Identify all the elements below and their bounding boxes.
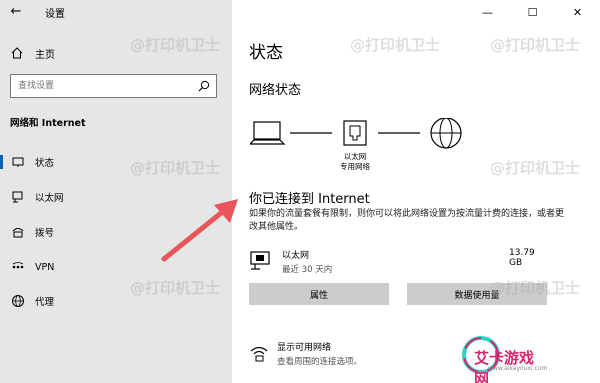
ethernet-icon: [12, 191, 23, 203]
dialup-icon: [12, 228, 24, 238]
settings-sidebar: ← 设置 主页 网络和 Internet 状态 以太网: [0, 0, 232, 383]
maximize-button[interactable]: ☐: [510, 0, 555, 24]
sidebar-item-label: VPN: [35, 261, 55, 273]
adapter-period: 最近 30 天内: [282, 265, 333, 275]
home-label: 主页: [35, 49, 55, 61]
back-button[interactable]: ←: [8, 4, 24, 20]
network-diagram: 以太网 专用网络: [250, 118, 470, 178]
network-status-heading: 网络状态: [249, 83, 302, 98]
home-icon: [11, 47, 23, 59]
sidebar-item-status[interactable]: 状态: [0, 150, 232, 174]
adapter-row: 以太网 最近 30 天内 13.79 GB: [249, 246, 549, 276]
site-logo: 艾卡游戏网 www.aikayouxi.com: [458, 333, 548, 383]
globe-icon: [12, 295, 24, 307]
show-networks-subtitle: 查看周围的连接选项。: [277, 357, 363, 367]
logo-url: www.aikayouxi.com: [488, 365, 548, 372]
page-title: 状态: [249, 43, 283, 63]
adapter-name: 以太网: [282, 251, 310, 261]
window-caption-buttons: — ☐ ✕: [465, 0, 600, 24]
sidebar-item-label: 以太网: [35, 193, 64, 204]
adapter-usage: 13.79 GB: [509, 248, 535, 268]
internet-globe-icon: [430, 118, 462, 149]
vpn-icon: [12, 262, 24, 269]
sidebar-item-proxy[interactable]: 代理: [0, 289, 232, 313]
search-icon[interactable]: [198, 80, 210, 92]
ethernet-diagram-label: 以太网 专用网络: [340, 152, 370, 171]
data-usage-button[interactable]: 数据使用量: [407, 283, 547, 305]
window-title: 设置: [45, 9, 65, 20]
sidebar-item-label: 状态: [35, 158, 55, 169]
connection-status-heading: 你已连接到 Internet: [249, 192, 370, 207]
minimize-button[interactable]: —: [465, 0, 510, 24]
search-input[interactable]: [11, 75, 191, 97]
ethernet-port-icon: [343, 120, 367, 146]
main-content: — ☐ ✕ 状态 网络状态 以太网 专用网络 你已连接到 Internet 如果…: [232, 0, 600, 383]
sidebar-item-label: 拨号: [35, 228, 55, 239]
properties-button[interactable]: 属性: [249, 283, 389, 305]
connection-description: 如果你的流量套餐有限制，则你可以将此网络设置为按流量计费的连接，或者更改其他属性…: [249, 209, 565, 232]
section-title: 网络和 Internet: [10, 118, 86, 129]
close-button[interactable]: ✕: [555, 0, 600, 24]
sidebar-item-label: 代理: [35, 297, 55, 308]
title-bar: ← 设置: [0, 0, 232, 24]
ethernet-adapter-icon: [250, 251, 270, 270]
wifi-network-icon: [250, 346, 268, 362]
laptop-icon: [250, 121, 286, 145]
show-networks-title: 显示可用网络: [277, 343, 332, 353]
home-network-icon: [12, 157, 24, 167]
annotation-arrow-icon: [161, 199, 238, 262]
search-box[interactable]: [10, 74, 217, 98]
home-nav-item[interactable]: 主页: [10, 44, 55, 62]
